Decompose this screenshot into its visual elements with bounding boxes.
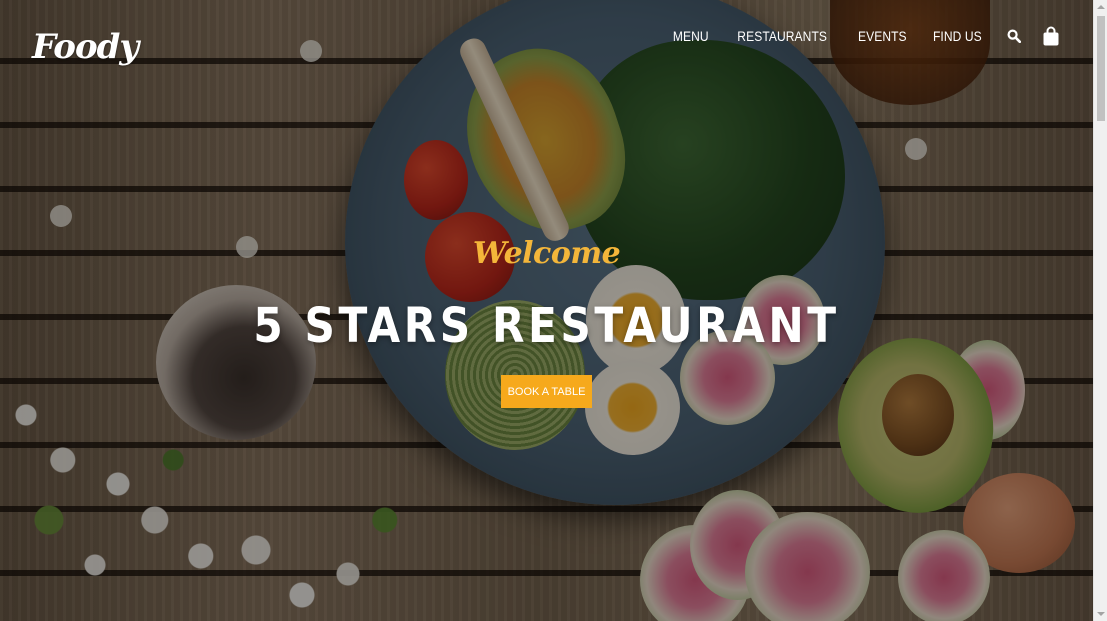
main-nav: MENU RESTAURANTS EVENTS FIND US <box>670 24 1060 48</box>
nav-item-menu[interactable]: MENU <box>673 28 709 44</box>
nav-item-restaurants[interactable]: RESTAURANTS <box>738 28 828 44</box>
site-logo[interactable]: Foody <box>32 27 139 67</box>
page-scrollbar[interactable] <box>1093 0 1107 621</box>
book-a-table-button[interactable]: BOOK A TABLE <box>501 375 592 408</box>
nav-item-events[interactable]: EVENTS <box>858 28 907 44</box>
hero-headline: 5 STARS RESTAURANT <box>253 298 840 354</box>
scroll-up-arrow-icon[interactable] <box>1094 0 1107 14</box>
welcome-script-text: Welcome <box>472 236 621 271</box>
nav-item-find-us[interactable]: FIND US <box>933 28 982 44</box>
shopping-bag-icon[interactable] <box>1042 26 1060 46</box>
search-icon[interactable] <box>1005 26 1023 46</box>
scrollbar-thumb[interactable] <box>1097 16 1105 121</box>
scroll-down-arrow-icon[interactable] <box>1094 607 1107 621</box>
